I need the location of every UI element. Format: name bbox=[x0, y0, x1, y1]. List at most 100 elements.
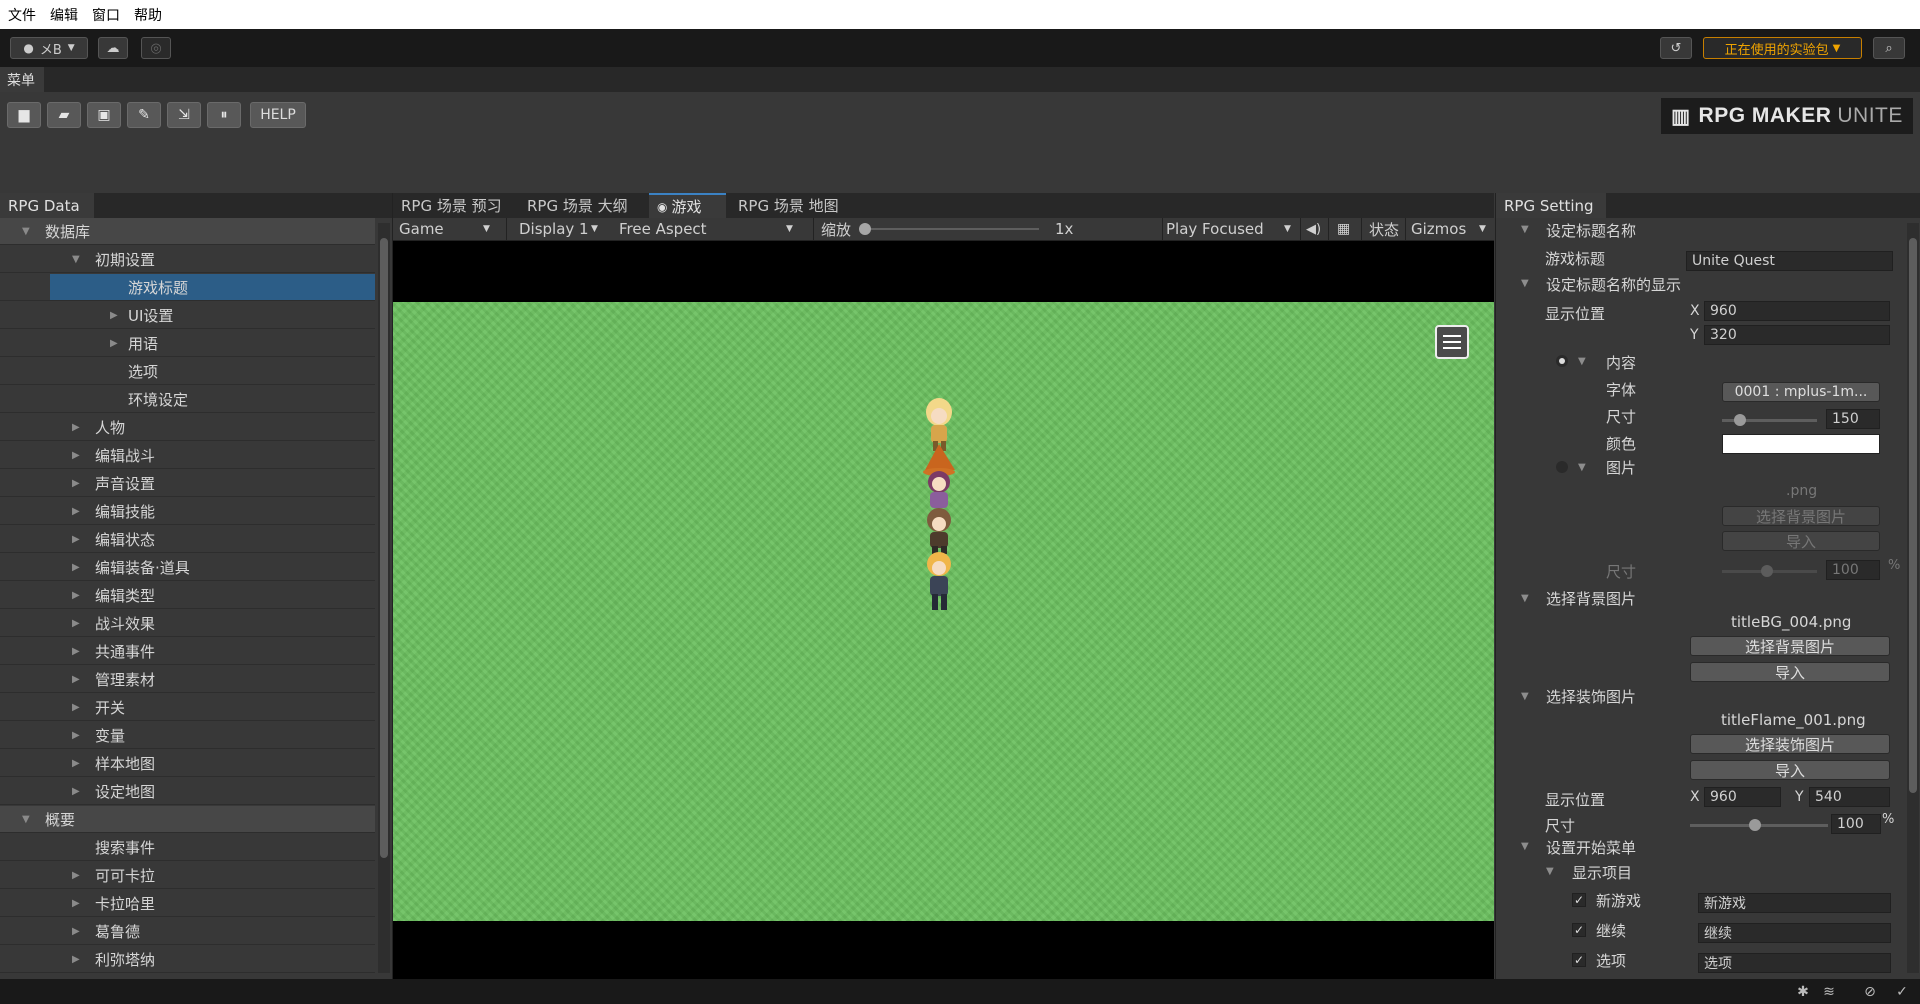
mute-audio-button[interactable]: ◀) bbox=[1306, 218, 1321, 240]
tree-item[interactable]: 游戏标题 bbox=[0, 274, 375, 301]
select-background-button[interactable]: 选择背景图片 bbox=[1690, 636, 1890, 656]
account-dropdown[interactable]: ● メB ▼ bbox=[10, 37, 88, 59]
tree-item[interactable]: ▶ 编辑状态 bbox=[0, 526, 375, 553]
collapsed-arrow-icon[interactable]: ▶ bbox=[72, 730, 80, 741]
collapsed-arrow-icon[interactable]: ▶ bbox=[72, 478, 80, 489]
position-y-input[interactable]: 320 bbox=[1704, 325, 1890, 345]
tree-item[interactable]: ▶ 可可卡拉 bbox=[0, 862, 375, 889]
collapsed-arrow-icon[interactable]: ▶ bbox=[110, 338, 118, 349]
menu-item-3-input[interactable]: 选项 bbox=[1698, 953, 1891, 973]
collapsed-arrow-icon[interactable]: ▶ bbox=[72, 954, 80, 965]
tree-item[interactable]: ▼ 概要 bbox=[0, 806, 375, 833]
new-project-button[interactable]: ▆ bbox=[7, 102, 41, 128]
collab-button[interactable]: ◎ bbox=[141, 37, 171, 59]
title-color-swatch[interactable] bbox=[1722, 434, 1880, 454]
collapsed-arrow-icon[interactable]: ▶ bbox=[72, 702, 80, 713]
tree-item[interactable]: ▶ 编辑装备·道具 bbox=[0, 554, 375, 581]
tree-item[interactable]: 搜索事件 bbox=[0, 834, 375, 861]
search-button[interactable]: ⌕ bbox=[1873, 37, 1905, 59]
tree-item[interactable]: ▶ 用语 bbox=[0, 330, 375, 357]
tree-item[interactable]: ▶ 葛鲁德 bbox=[0, 918, 375, 945]
tab-scene-outline[interactable]: RPG 场景 大纲 bbox=[519, 193, 646, 218]
collapsed-arrow-icon[interactable]: ▶ bbox=[72, 898, 80, 909]
tree-item[interactable]: ▶ 样本地图 bbox=[0, 750, 375, 777]
collapsed-arrow-icon[interactable]: ▶ bbox=[72, 926, 80, 937]
game-viewport[interactable] bbox=[393, 302, 1494, 921]
tree-item[interactable]: ▼ 初期设置 bbox=[0, 246, 375, 273]
tree-item[interactable]: ▶ 变量 bbox=[0, 722, 375, 749]
expanded-arrow-icon[interactable]: ▼ bbox=[22, 226, 30, 237]
keyboard-shortcuts-button[interactable]: ▦ bbox=[1337, 218, 1350, 240]
setting-scrollbar[interactable] bbox=[1907, 223, 1919, 973]
collapse-arrow-icon[interactable]: ▼ bbox=[1521, 841, 1529, 852]
menu-file[interactable]: 文件 bbox=[8, 5, 36, 25]
collapsed-arrow-icon[interactable]: ▶ bbox=[72, 646, 80, 657]
tree-item[interactable]: ▶ 卡拉哈里 bbox=[0, 890, 375, 917]
image-size-input[interactable]: 100 bbox=[1826, 560, 1880, 580]
content-radio[interactable] bbox=[1556, 355, 1568, 367]
menu-item-2-checkbox[interactable]: ✓ bbox=[1572, 923, 1586, 937]
collapsed-arrow-icon[interactable]: ▶ bbox=[72, 870, 80, 881]
collapsed-arrow-icon[interactable]: ▶ bbox=[72, 618, 80, 629]
tree-item[interactable]: ▶ 战斗效果 bbox=[0, 610, 375, 637]
menu-item-2-input[interactable]: 继续 bbox=[1698, 923, 1891, 943]
collapsed-arrow-icon[interactable]: ▶ bbox=[72, 422, 80, 433]
select-frame-button[interactable]: 选择装饰图片 bbox=[1690, 734, 1890, 754]
tree-item[interactable]: ▶ 开关 bbox=[0, 694, 375, 721]
tree-item[interactable]: ▶布鲁塔纽商业区 bbox=[0, 974, 375, 978]
tab-scene-map[interactable]: RPG 场景 地图 bbox=[730, 193, 880, 218]
expanded-arrow-icon[interactable]: ▼ bbox=[72, 254, 80, 265]
collapsed-arrow-icon[interactable]: ▶ bbox=[72, 758, 80, 769]
collapse-arrow-icon[interactable]: ▼ bbox=[1521, 691, 1529, 702]
open-project-button[interactable]: ▰ bbox=[47, 102, 81, 128]
help-button[interactable]: HELP bbox=[250, 102, 306, 128]
menu-help[interactable]: 帮助 bbox=[134, 5, 162, 25]
tree-item[interactable]: ▶ 共通事件 bbox=[0, 638, 375, 665]
select-image-button-disabled[interactable]: 选择背景图片 bbox=[1722, 506, 1880, 526]
tree-item[interactable]: ▶ 声音设置 bbox=[0, 470, 375, 497]
tab-game[interactable]: ◉ 游戏 bbox=[649, 193, 726, 218]
image-size-slider-knob[interactable] bbox=[1761, 565, 1773, 577]
size-slider-knob[interactable] bbox=[1734, 414, 1746, 426]
tab-rpg-setting[interactable]: RPG Setting bbox=[1496, 193, 1606, 218]
collapse-arrow-icon[interactable]: ▼ bbox=[1578, 356, 1586, 367]
menu-window[interactable]: 窗口 bbox=[92, 5, 120, 25]
tree-scrollbar-thumb[interactable] bbox=[380, 238, 388, 858]
tree-item[interactable]: ▼ 数据库 bbox=[0, 218, 375, 245]
tab-rpg-data[interactable]: RPG Data bbox=[0, 193, 94, 218]
edit-button[interactable]: ✎ bbox=[127, 102, 161, 128]
collapsed-arrow-icon[interactable]: ▶ bbox=[72, 674, 80, 685]
tree-scrollbar[interactable] bbox=[378, 223, 390, 973]
setting-scrollbar-thumb[interactable] bbox=[1909, 238, 1917, 793]
frame-size-slider-knob[interactable] bbox=[1749, 819, 1761, 831]
experimental-packages-dropdown[interactable]: 正在使用的实验包 ▼ bbox=[1703, 37, 1862, 59]
tree-item[interactable]: ▶ 编辑战斗 bbox=[0, 442, 375, 469]
collapsed-arrow-icon[interactable]: ▶ bbox=[72, 562, 80, 573]
collapsed-arrow-icon[interactable]: ▶ bbox=[110, 310, 118, 321]
check-circle-icon[interactable]: ✓ bbox=[1894, 984, 1910, 1000]
menu-edit[interactable]: 编辑 bbox=[50, 5, 78, 25]
import-frame-button[interactable]: 导入 bbox=[1690, 760, 1890, 780]
collapse-arrow-icon[interactable]: ▼ bbox=[1521, 593, 1529, 604]
tree-item[interactable]: 环境设定 bbox=[0, 386, 375, 413]
size-input[interactable]: 150 bbox=[1826, 409, 1880, 429]
game-title-input[interactable]: Unite Quest bbox=[1686, 251, 1893, 271]
collapse-arrow-icon[interactable]: ▼ bbox=[1521, 278, 1529, 289]
pause-button[interactable]: ⏸ bbox=[207, 102, 241, 128]
tree-item[interactable]: ▶ 编辑技能 bbox=[0, 498, 375, 525]
frame-size-input[interactable]: 100 bbox=[1831, 814, 1881, 834]
image-radio[interactable] bbox=[1556, 461, 1568, 473]
deploy-button[interactable]: ⇲ bbox=[167, 102, 201, 128]
position-x-input[interactable]: 960 bbox=[1704, 301, 1890, 321]
collapsed-arrow-icon[interactable]: ▶ bbox=[72, 786, 80, 797]
menu-item-3-checkbox[interactable]: ✓ bbox=[1572, 953, 1586, 967]
network-icon[interactable]: ⊘ bbox=[1862, 984, 1878, 1000]
frame-x-input[interactable]: 960 bbox=[1704, 787, 1781, 807]
collapsed-arrow-icon[interactable]: ▶ bbox=[72, 534, 80, 545]
game-menu-button[interactable] bbox=[1435, 325, 1469, 359]
tree-item[interactable]: ▶ 编辑类型 bbox=[0, 582, 375, 609]
tab-scene-preview[interactable]: RPG 场景 预习 bbox=[393, 193, 516, 218]
play-mode-select[interactable]: Play Focused ▼ bbox=[1166, 218, 1296, 240]
import-background-button[interactable]: 导入 bbox=[1690, 662, 1890, 682]
cloud-button[interactable]: ☁ bbox=[98, 37, 128, 59]
